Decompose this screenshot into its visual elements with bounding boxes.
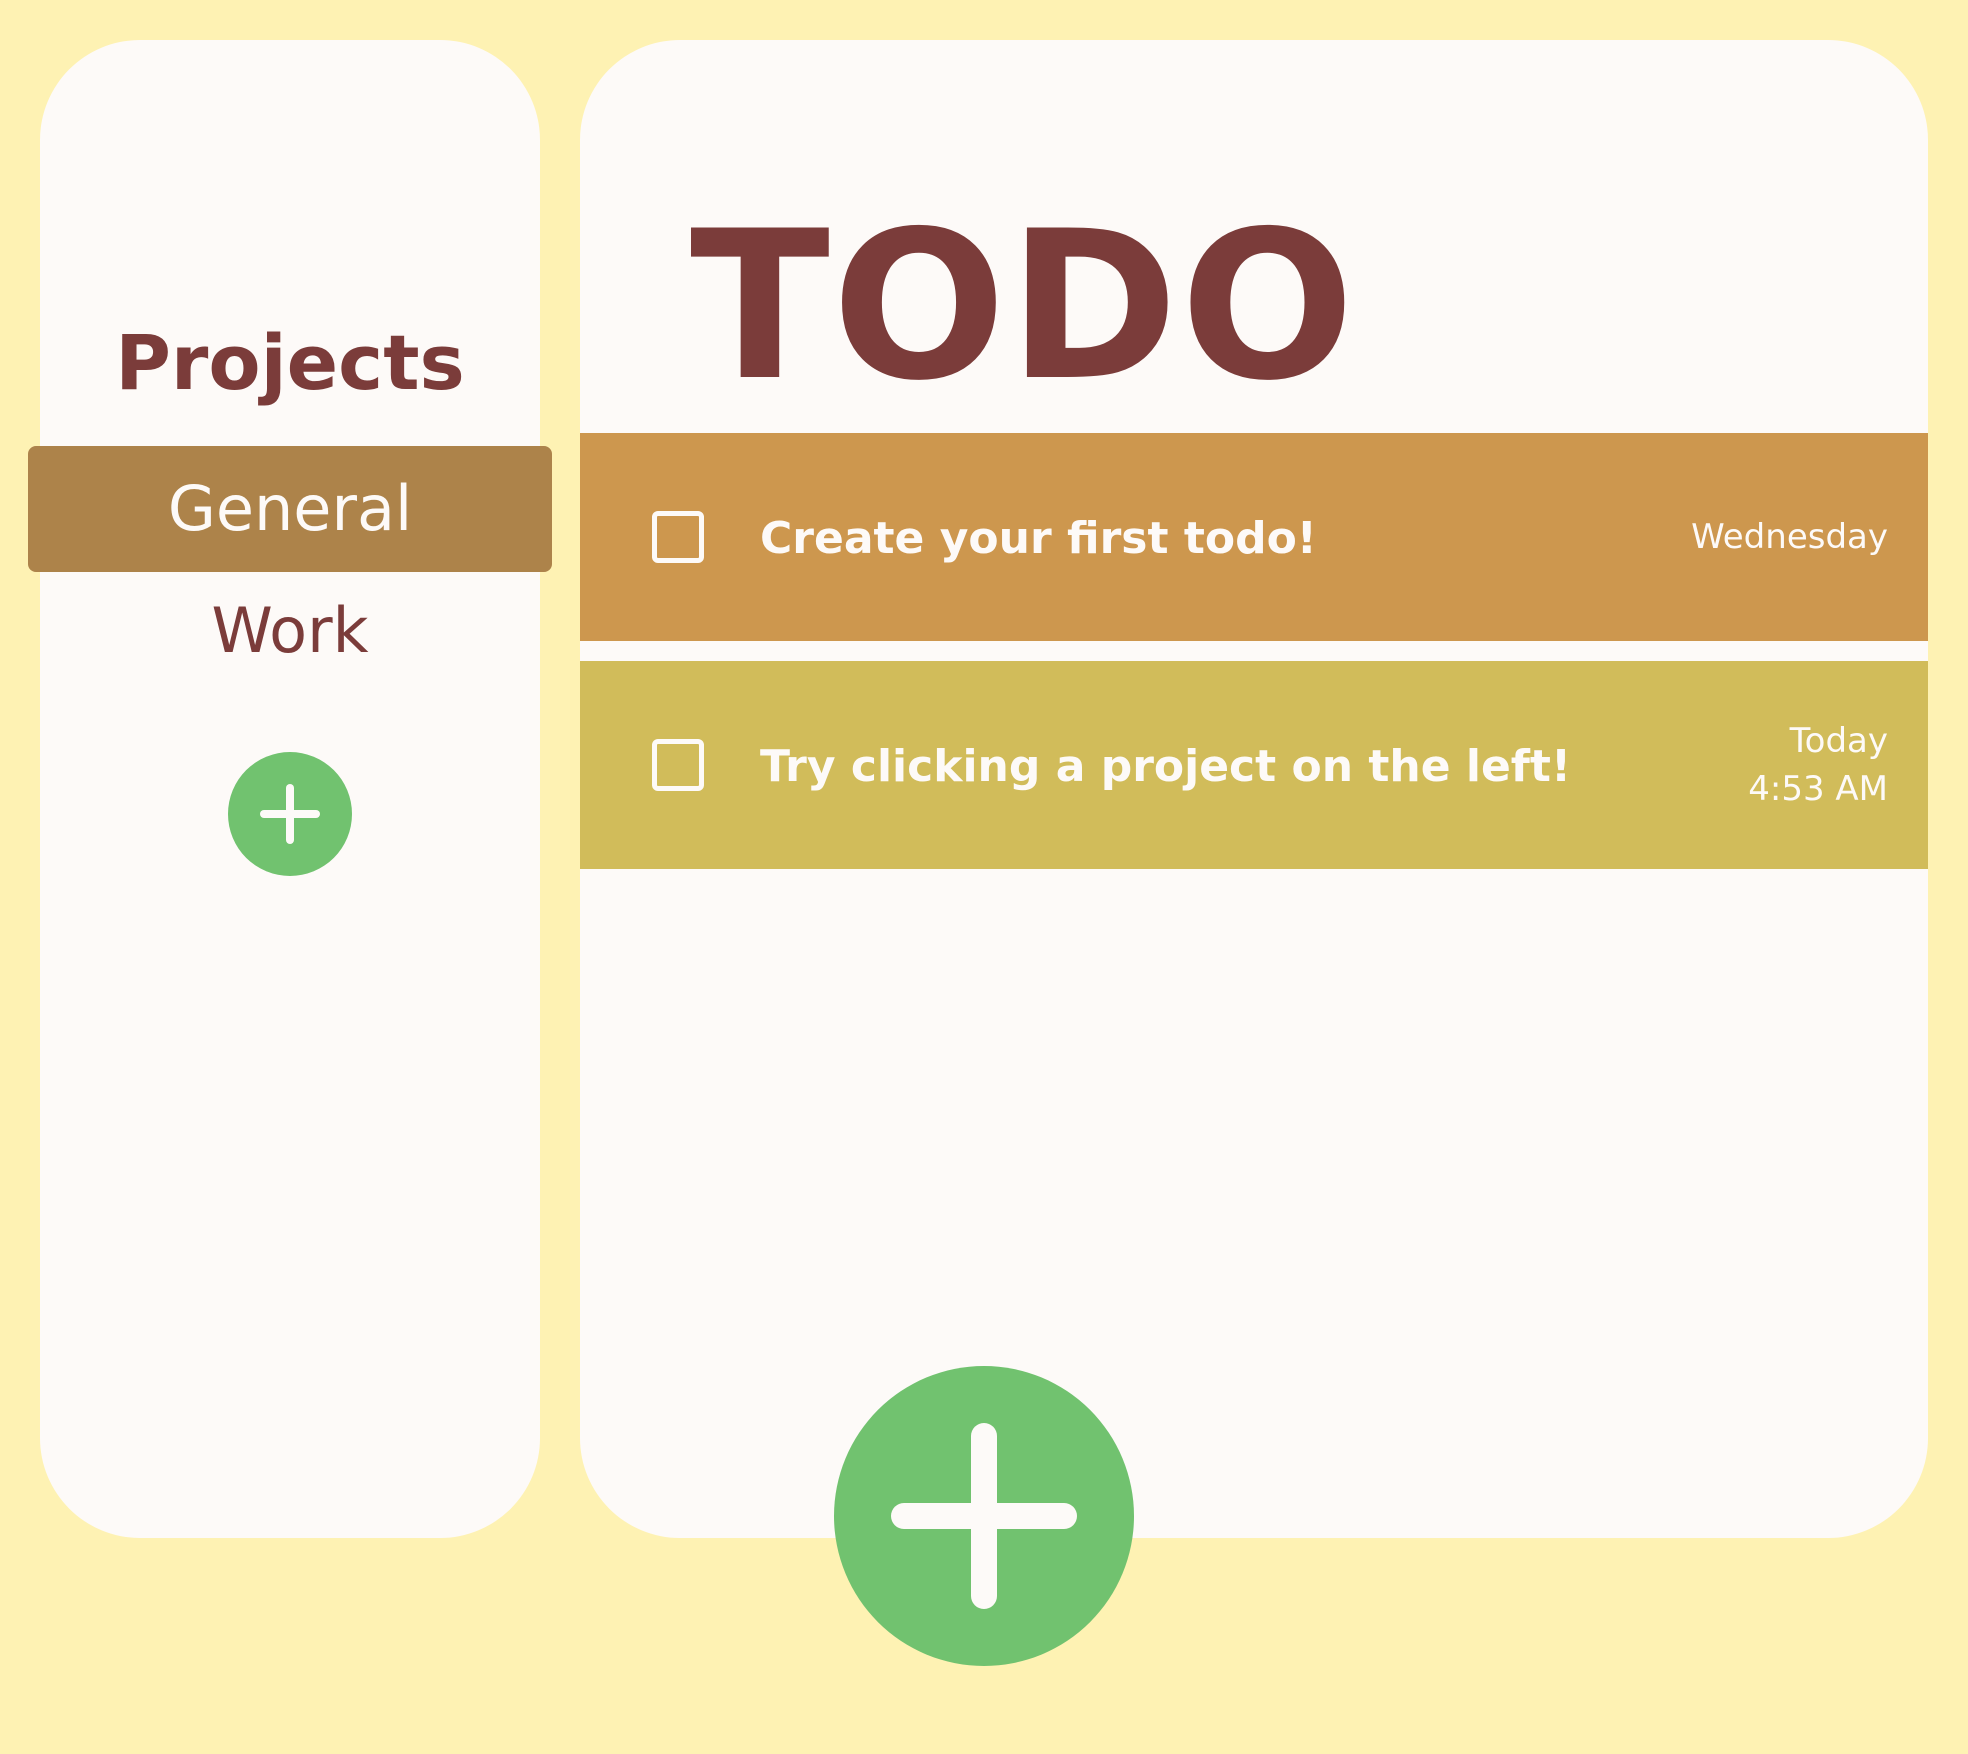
todo-item[interactable]: Create your first todo! Wednesday [580,433,1928,641]
plus-icon [891,1423,1077,1609]
todo-date-day: Wednesday [1691,517,1888,557]
project-label: General [167,472,413,545]
todo-date: Wednesday [1691,513,1888,561]
add-project-button[interactable] [228,752,352,876]
plus-icon [260,784,320,844]
add-todo-button[interactable] [834,1366,1134,1666]
project-item-general[interactable]: General [28,446,552,572]
page-title: TODO [690,188,1357,426]
projects-sidebar: Projects General Work [28,40,552,1538]
projects-heading: Projects [115,318,465,407]
todo-item[interactable]: Try clicking a project on the left! Toda… [580,661,1928,869]
todo-checkbox[interactable] [652,511,704,563]
todo-date-time: 4:53 AM [1748,769,1888,809]
todo-text: Create your first todo! [760,513,1317,564]
todo-panel: TODO Create your first todo! Wednesday T… [580,40,1928,1538]
project-label: Work [211,594,369,667]
todo-date: Today 4:53 AM [1748,717,1888,813]
todo-checkbox[interactable] [652,739,704,791]
todo-date-day: Today [1789,721,1888,761]
project-item-work[interactable]: Work [40,568,540,694]
todo-text: Try clicking a project on the left! [760,741,1572,792]
